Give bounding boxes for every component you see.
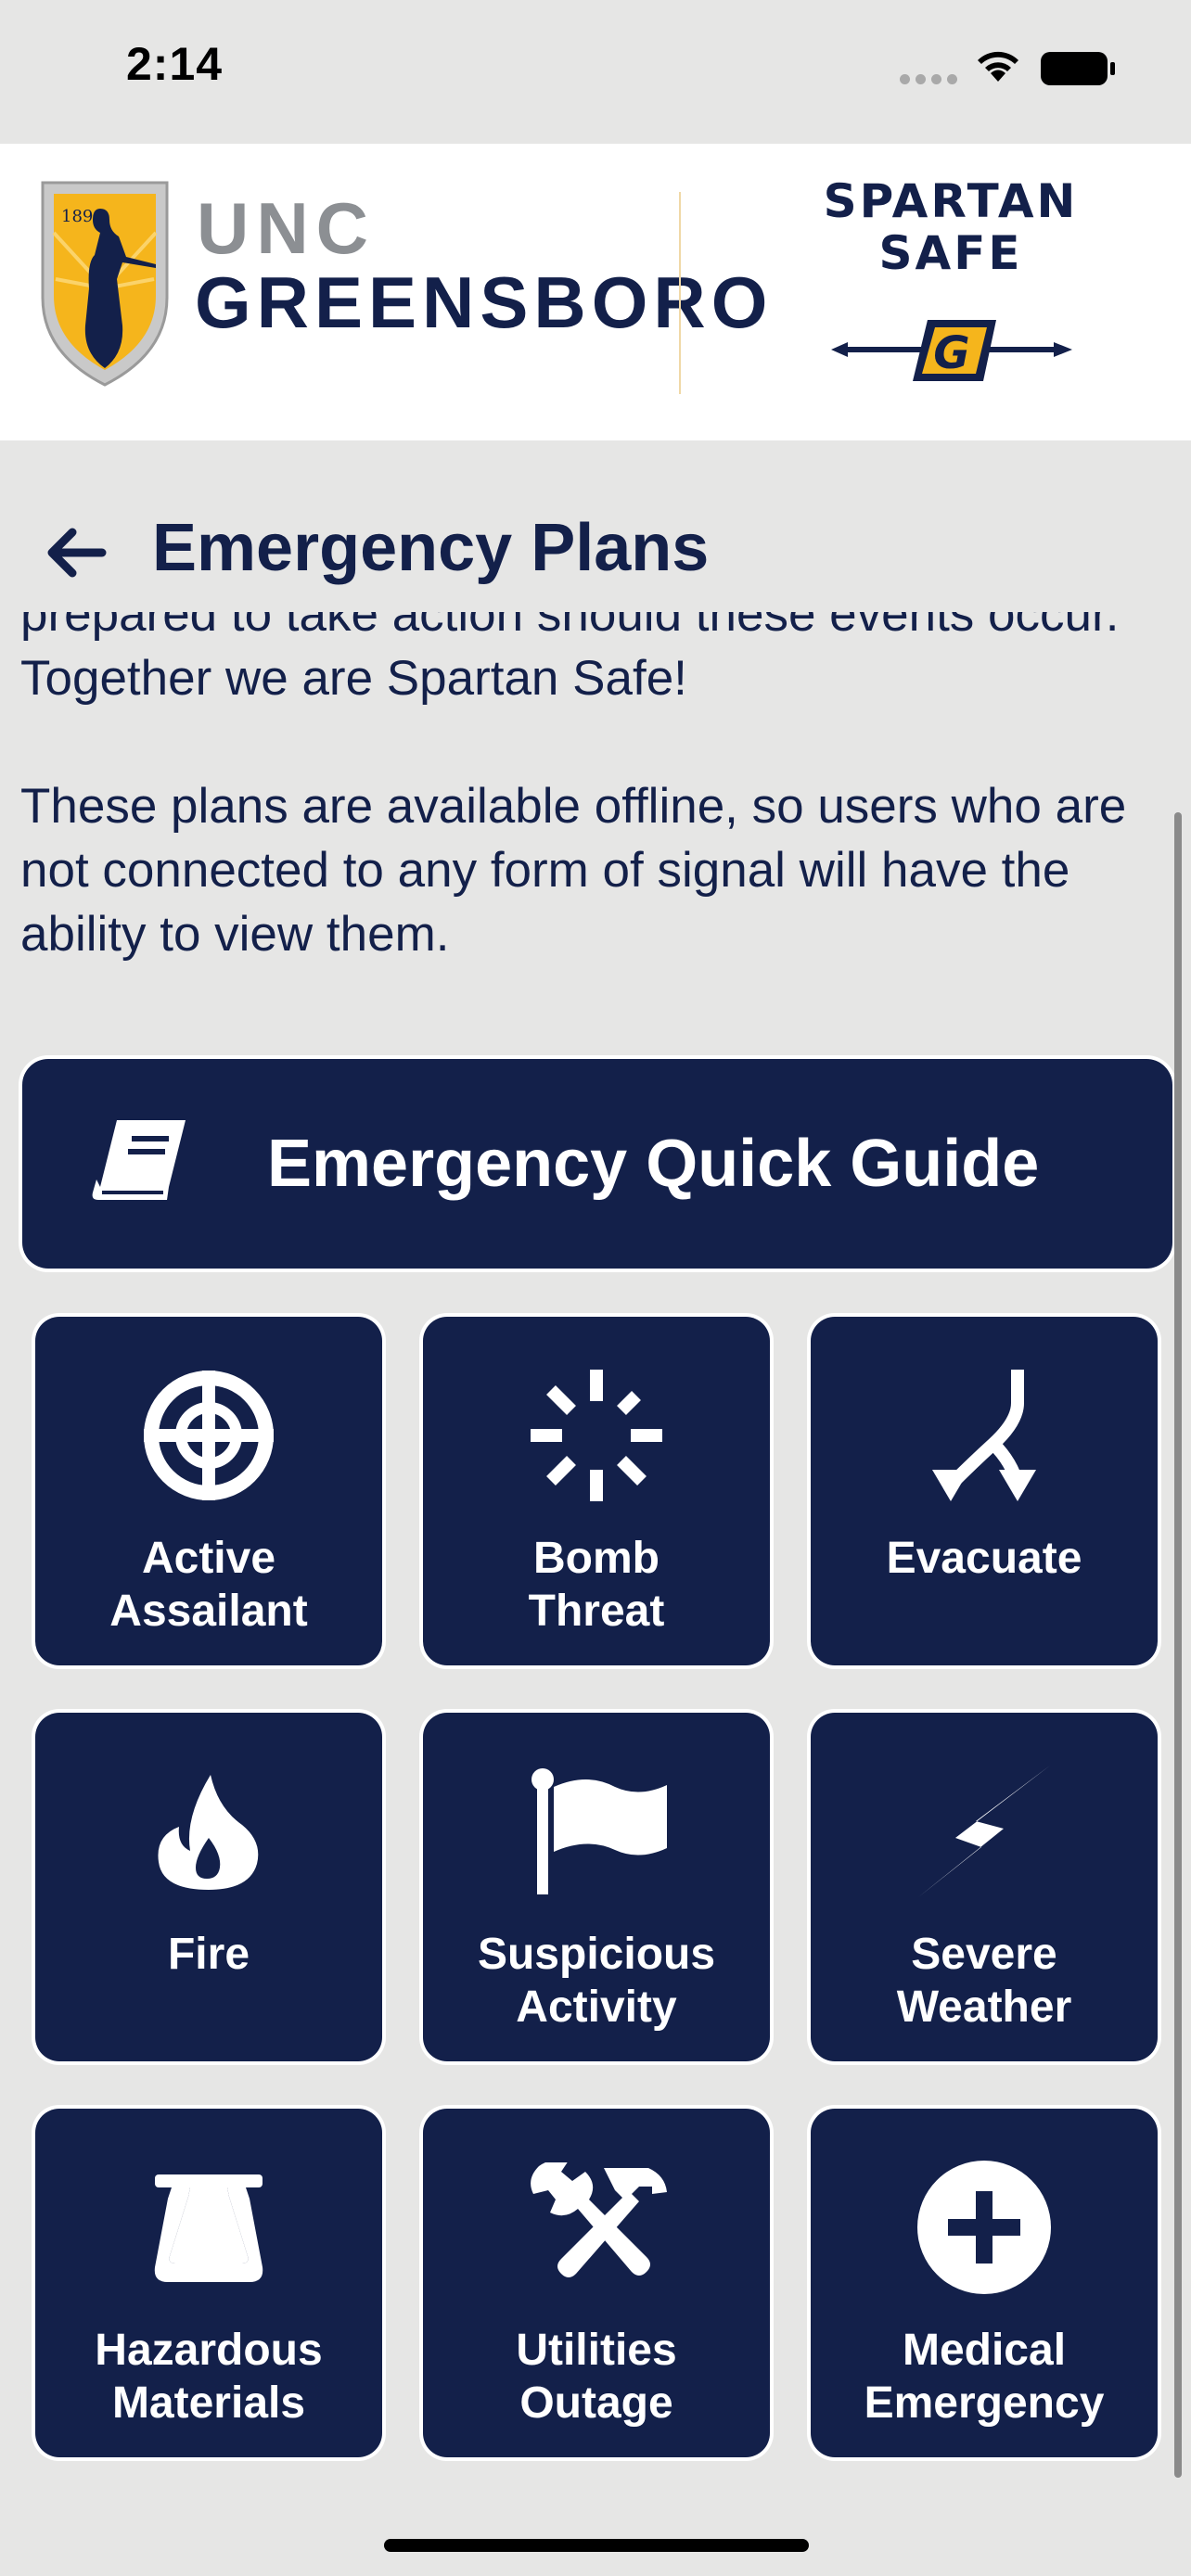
medical-plus-icon: [917, 2161, 1051, 2294]
safe-line: SAFE: [878, 226, 1023, 280]
content-scroll-area[interactable]: prepared to take action should these eve…: [0, 612, 1191, 2494]
crosshair-icon: [144, 1371, 274, 1500]
flag-icon: [531, 1768, 667, 1894]
tile-label-line2: Activity: [516, 1983, 677, 2032]
header-divider: [679, 192, 681, 394]
split-arrows-icon: [932, 1370, 1036, 1501]
spartan-line: SPARTAN: [823, 174, 1079, 228]
scrollbar[interactable]: [1174, 812, 1182, 2478]
tile-fire[interactable]: Fire: [35, 1713, 382, 2061]
spear-letter: G: [933, 327, 969, 379]
home-indicator[interactable]: [384, 2539, 809, 2552]
spartan-safe-wordmark: SPARTAN SAFE: [779, 175, 1122, 279]
tile-evacuate[interactable]: Evacuate: [811, 1317, 1158, 1665]
title-bar: Emergency Plans: [0, 491, 1191, 612]
back-arrow-icon[interactable]: [43, 525, 108, 580]
tile-label-line1: Bomb: [533, 1534, 660, 1583]
tile-label-line1: Evacuate: [886, 1534, 1082, 1583]
fire-icon: [158, 1775, 259, 1890]
tile-label-line1: Utilities: [516, 2326, 677, 2375]
intro-paragraph-2: These plans are available offline, so us…: [20, 779, 1127, 962]
tile-label-line1: Fire: [167, 1930, 250, 1979]
intro-text: prepared to take action should these eve…: [20, 612, 1180, 966]
hazard-container-icon: [154, 2174, 263, 2282]
tile-label-line2: Assailant: [109, 1587, 308, 1636]
tile-label-line1: Severe: [911, 1930, 1057, 1979]
intro-paragraph-1: prepared to take action should these eve…: [20, 612, 1120, 706]
tile-label-line2: Outage: [519, 2378, 673, 2428]
status-bar: 2:14: [0, 0, 1191, 144]
page-title: Emergency Plans: [152, 511, 710, 585]
cellular-signal-icon: [900, 74, 957, 84]
tile-medical-emergency[interactable]: Medical Emergency: [811, 2109, 1158, 2457]
tile-label-line2: Weather: [896, 1983, 1072, 2032]
tile-bomb-threat[interactable]: Bomb Threat: [423, 1317, 770, 1665]
tile-label-line2: Materials: [111, 2378, 306, 2428]
greensboro-wordmark: GREENSBORO: [195, 261, 774, 343]
tile-utilities-outage[interactable]: Utilities Outage: [423, 2109, 770, 2457]
tile-hazardous-materials[interactable]: Hazardous Materials: [35, 2109, 382, 2457]
emergency-quick-guide-button[interactable]: Emergency Quick Guide: [22, 1059, 1172, 1269]
tile-severe-weather[interactable]: Severe Weather: [811, 1713, 1158, 2061]
book-icon: [92, 1120, 186, 1200]
quick-guide-label: Emergency Quick Guide: [267, 1127, 1040, 1201]
tile-active-assailant[interactable]: Active Assailant: [35, 1317, 382, 1665]
app-header: 1891 UNC GREENSBORO SPARTAN SAFE G: [0, 144, 1191, 440]
burst-icon: [531, 1370, 662, 1501]
tile-label-line1: Suspicious: [477, 1930, 716, 1979]
wifi-icon: [978, 51, 1018, 82]
tile-suspicious-activity[interactable]: Suspicious Activity: [423, 1713, 770, 2061]
unc-wordmark: UNC: [197, 187, 376, 269]
tile-label-line1: Medical: [902, 2326, 1067, 2375]
uncg-minerva-logo: 1891: [41, 181, 169, 387]
tile-label-line2: Threat: [528, 1587, 665, 1636]
spear-g-logo: G: [831, 320, 1072, 381]
battery-icon: [1041, 52, 1115, 85]
lightning-icon: [918, 1766, 1050, 1897]
tile-label-line1: Hazardous: [95, 2326, 323, 2375]
tools-icon: [531, 2162, 667, 2277]
tile-label-line1: Active: [141, 1534, 276, 1583]
tile-label-line2: Emergency: [864, 2378, 1105, 2428]
status-time: 2:14: [126, 38, 224, 90]
